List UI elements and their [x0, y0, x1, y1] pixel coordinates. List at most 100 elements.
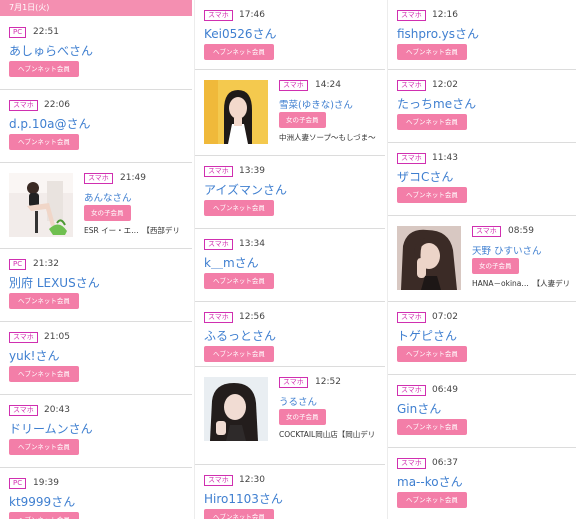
user-name-link[interactable]: Kei0526さん	[204, 25, 277, 42]
pc-badge: PC	[9, 478, 27, 489]
heaven-net-member-button[interactable]: ヘブンネット会員	[9, 293, 79, 309]
user-name-link[interactable]: あしゅらべさん	[9, 42, 93, 59]
access-time: 21:05	[44, 332, 70, 342]
user-name-link[interactable]: kt9999さん	[9, 493, 75, 510]
user-name-link[interactable]: ドリームンさん	[9, 420, 93, 437]
shop-name[interactable]: COCKTAIL岡山店【岡山デリ	[279, 429, 375, 440]
user-name-link[interactable]: Hiro1103さん	[204, 490, 283, 507]
shop-name[interactable]: HANA－okina… 【人妻デリ	[472, 278, 570, 289]
smartphone-badge: スマホ	[9, 332, 38, 343]
heaven-net-member-button[interactable]: ヘブンネット会員	[204, 200, 274, 216]
profile-photo[interactable]	[397, 226, 461, 290]
user-name-link[interactable]: うるさん	[279, 394, 317, 408]
smartphone-badge: スマホ	[397, 385, 426, 396]
log-entry: スマホ 21:05 yuk!さんヘブンネット会員	[0, 322, 192, 395]
log-entry: スマホ 12:56 ふるっとさん ヘブンネット会員	[195, 302, 385, 367]
shop-name[interactable]: ESR イー・エ… 【西部デリ	[84, 225, 180, 236]
log-column-1: 7月1日(火) PC 22:51 あしゅらべさん ヘブンネット会員 スマホ 22:06 d.…	[0, 0, 192, 519]
log-entry: スマホ 14:24 雪菜(ゆきな)さん 女の子会員 中洲人妻ソープ～もしづま～	[195, 70, 385, 156]
user-name-link[interactable]: アイズマンさん	[204, 181, 287, 198]
user-name-link[interactable]: 雪菜(ゆきな)さん	[279, 97, 353, 111]
user-name-link[interactable]: d.p.10a@さん	[9, 115, 91, 132]
access-time: 21:32	[33, 259, 59, 269]
heaven-net-member-button[interactable]: ヘブンネット会員	[397, 44, 467, 60]
access-time: 11:43	[432, 153, 458, 163]
log-entry: スマホ 07:02 トゲピさん ヘブンネット会員	[388, 302, 576, 375]
access-time: 17:46	[239, 10, 265, 20]
girl-member-button[interactable]: 女の子会員	[472, 258, 519, 274]
access-time: 20:43	[44, 405, 70, 415]
girl-member-button[interactable]: 女の子会員	[84, 205, 131, 221]
user-name-link[interactable]: fishpro.ysさん	[397, 25, 479, 42]
access-time: 12:52	[315, 377, 341, 387]
heaven-net-member-button[interactable]: ヘブンネット会員	[204, 509, 274, 519]
log-entry: スマホ 17:46 Kei0526さん ヘブンネット会員	[195, 0, 385, 70]
log-entry: PC 22:51 あしゅらべさん ヘブンネット会員	[0, 17, 192, 90]
smartphone-badge: スマホ	[204, 475, 233, 486]
access-time: 12:02	[432, 80, 458, 90]
heaven-net-member-button[interactable]: ヘブンネット会員	[397, 419, 467, 435]
user-name-link[interactable]: たっちmeさん	[397, 95, 476, 112]
user-name-link[interactable]: 別府 LEXUSさん	[9, 274, 100, 291]
log-entry: スマホ 12:16 fishpro.ysさん ヘブンネット会員	[388, 0, 576, 70]
heaven-net-member-button[interactable]: ヘブンネット会員	[397, 492, 467, 508]
heaven-net-member-button[interactable]: ヘブンネット会員	[204, 346, 274, 362]
user-name-link[interactable]: ma--koさん	[397, 473, 463, 490]
smartphone-badge: スマホ	[397, 80, 426, 91]
access-time: 12:16	[432, 10, 458, 20]
user-name-link[interactable]: yuk!さん	[9, 347, 59, 364]
smartphone-badge: スマホ	[472, 226, 501, 237]
smartphone-badge: スマホ	[397, 312, 426, 323]
access-time: 19:39	[33, 478, 59, 488]
user-name-link[interactable]: トゲピさん	[397, 327, 457, 344]
log-entry: PC 21:32 別府 LEXUSさん ヘブンネット会員	[0, 249, 192, 322]
shop-name[interactable]: 中洲人妻ソープ～もしづま～	[279, 132, 376, 143]
user-name-link[interactable]: ふるっとさん	[204, 327, 276, 344]
access-time: 14:24	[315, 80, 341, 90]
profile-photo[interactable]	[9, 173, 73, 237]
profile-photo[interactable]	[204, 377, 268, 441]
access-time: 06:37	[432, 458, 458, 468]
access-time: 22:51	[33, 27, 59, 37]
user-name-link[interactable]: あんなさん	[84, 190, 132, 204]
log-column-2: スマホ 17:46 Kei0526さん ヘブンネット会員 スマホ 14:24 雪菜(ゆきな)…	[194, 0, 385, 519]
smartphone-badge: スマホ	[84, 173, 113, 184]
girl-member-button[interactable]: 女の子会員	[279, 112, 326, 128]
heaven-net-member-button[interactable]: ヘブンネット会員	[204, 44, 274, 60]
log-entry: スマホ 13:39 アイズマンさん ヘブンネット会員	[195, 156, 385, 229]
access-time: 06:49	[432, 385, 458, 395]
profile-photo[interactable]	[204, 80, 268, 144]
smartphone-badge: スマホ	[204, 312, 233, 323]
user-name-link[interactable]: k＿mさん	[204, 254, 259, 271]
pc-badge: PC	[9, 259, 27, 270]
log-entry: スマホ 11:43 ザコCさんヘブンネット会員	[388, 143, 576, 216]
heaven-net-member-button[interactable]: ヘブンネット会員	[9, 134, 79, 150]
access-time: 12:56	[239, 312, 265, 322]
heaven-net-member-button[interactable]: ヘブンネット会員	[397, 346, 467, 362]
log-column-3: スマホ 12:16 fishpro.ysさん ヘブンネット会員 スマホ 12:02 たっちm…	[387, 0, 576, 519]
log-entry: スマホ 08:59 天野 ひすいさん 女の子会員 HANA－okina… 【人妻デリ	[388, 216, 576, 302]
heaven-net-member-button[interactable]: ヘブンネット会員	[9, 512, 79, 519]
heaven-net-member-button[interactable]: ヘブンネット会員	[9, 439, 79, 455]
access-time: 12:30	[239, 475, 265, 485]
log-entry: スマホ 06:49 Ginさんヘブンネット会員	[388, 375, 576, 448]
heaven-net-member-button[interactable]: ヘブンネット会員	[204, 273, 274, 289]
girl-member-button[interactable]: 女の子会員	[279, 409, 326, 425]
date-header: 7月1日(火)	[0, 0, 192, 16]
log-entry: PC 19:39 kt9999さんヘブンネット会員	[0, 468, 192, 519]
smartphone-badge: スマホ	[204, 10, 233, 21]
user-name-link[interactable]: ザコCさん	[397, 168, 453, 185]
pc-badge: PC	[9, 27, 27, 38]
heaven-net-member-button[interactable]: ヘブンネット会員	[9, 366, 79, 382]
user-name-link[interactable]: 天野 ひすいさん	[472, 243, 542, 257]
log-entry: スマホ 20:43 ドリームンさん ヘブンネット会員	[0, 395, 192, 468]
access-time: 08:59	[508, 226, 534, 236]
heaven-net-member-button[interactable]: ヘブンネット会員	[397, 114, 467, 130]
heaven-net-member-button[interactable]: ヘブンネット会員	[397, 187, 467, 203]
smartphone-badge: スマホ	[9, 100, 38, 111]
log-entry: スマホ 12:30 Hiro1103さんヘブンネット会員	[195, 465, 385, 519]
smartphone-badge: スマホ	[397, 458, 426, 469]
user-name-link[interactable]: Ginさん	[397, 400, 441, 417]
heaven-net-member-button[interactable]: ヘブンネット会員	[9, 61, 79, 77]
smartphone-badge: スマホ	[397, 153, 426, 164]
